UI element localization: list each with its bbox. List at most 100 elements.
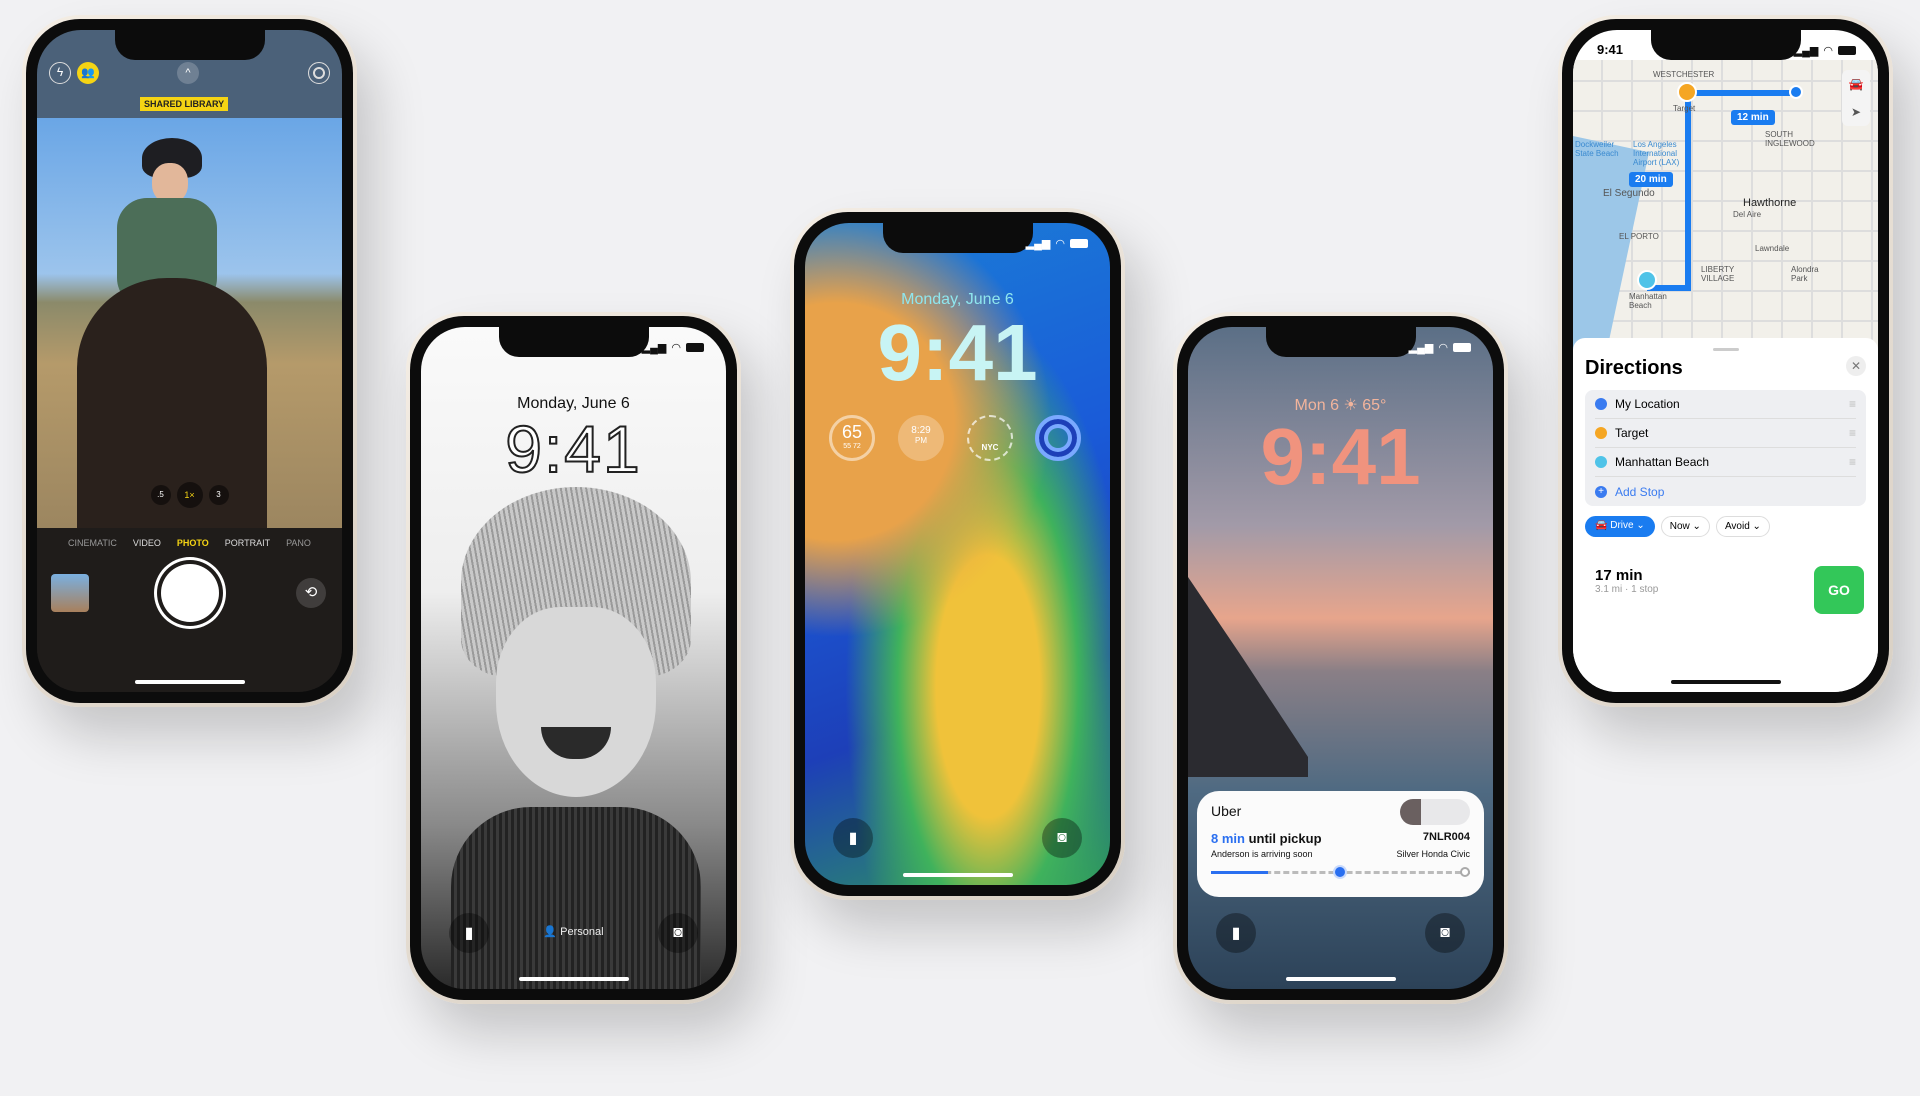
shutter-button[interactable]: [161, 564, 219, 622]
mode-photo[interactable]: PHOTO: [177, 538, 209, 548]
temp-value: 65: [841, 422, 863, 442]
drag-handle-icon[interactable]: ≡: [1849, 455, 1856, 469]
wifi-icon: ◠: [1823, 45, 1833, 57]
stop-label: Manhattan Beach: [1615, 455, 1710, 469]
car-icon[interactable]: 🚘 ➤: [1842, 70, 1870, 126]
notch: [882, 223, 1033, 253]
mode-selector: CINEMATIC VIDEO PHOTO PORTRAIT PANO: [37, 538, 342, 548]
target-pin[interactable]: [1677, 82, 1697, 102]
map-label: Alondra Park: [1791, 265, 1819, 283]
sunset-widget[interactable]: 8:29 PM: [898, 415, 944, 461]
battery-icon: [1453, 343, 1471, 352]
lock-time: 9:41: [1260, 412, 1421, 501]
avoid-chip[interactable]: Avoid ⌄: [1715, 516, 1770, 537]
flashlight-button[interactable]: ▮: [833, 818, 873, 858]
world-clock-widget[interactable]: NYC: [967, 415, 1013, 461]
flip-camera-icon[interactable]: ⟲: [296, 578, 326, 608]
zoom-3x[interactable]: 3: [208, 485, 229, 505]
weather-widget[interactable]: 65 55 72: [829, 415, 875, 461]
route-time-20[interactable]: 20 min: [1629, 172, 1673, 187]
driver-car-image: [1400, 799, 1470, 825]
drag-handle-icon[interactable]: ≡: [1849, 426, 1856, 440]
map-label: Manhattan Beach: [1629, 292, 1667, 310]
map-label: Los Angeles International Airport (LAX): [1633, 140, 1680, 167]
map-label: Dockweiler State Beach: [1575, 140, 1619, 158]
stop-my-location[interactable]: My Location ≡: [1595, 390, 1856, 419]
car-model: Silver Honda Civic: [1396, 849, 1470, 859]
signal-icon: ▂▄▆: [1408, 342, 1434, 354]
signal-icon: ▂▄▆: [1025, 238, 1051, 250]
pickup-progress: [1211, 867, 1470, 877]
home-indicator: [1670, 680, 1781, 684]
pickup-dot: [1335, 867, 1346, 877]
stop-manhattan-beach[interactable]: Manhattan Beach ≡: [1595, 448, 1856, 477]
lock-time: 9:41: [504, 411, 642, 487]
eta-minutes: 8 min: [1211, 831, 1245, 846]
camera-button[interactable]: ◙: [1042, 818, 1082, 858]
eta-text: 8 min until pickup: [1211, 831, 1322, 846]
iphone-sunset-lockscreen: ▂▄▆ ◠ Mon 6 ☀ 65° 9:41 Uber 8 min until p…: [1173, 312, 1508, 1004]
shared-library-badge: SHARED LIBRARY: [140, 97, 229, 111]
notch: [1650, 30, 1801, 60]
iphone-bw-lockscreen: ▂▄▆ ◠ Monday, June 6 9:41 ▮ 👤 Personal ◙: [406, 312, 741, 1004]
live-photo-icon[interactable]: [308, 62, 330, 84]
camera-button[interactable]: ◙: [658, 913, 698, 953]
temp-low: 55: [843, 443, 852, 450]
route-time-12[interactable]: 12 min: [1731, 110, 1775, 125]
signal-icon: ▂▄▆: [1793, 45, 1819, 57]
drag-handle-icon[interactable]: ≡: [1849, 397, 1856, 411]
plus-icon: +: [1595, 485, 1607, 498]
camera-button[interactable]: ◙: [1425, 913, 1465, 953]
zoom-selector: .5 1× 3: [37, 482, 342, 508]
mode-portrait[interactable]: PORTRAIT: [225, 538, 270, 548]
wifi-icon: ◠: [1438, 342, 1448, 354]
battery-icon: [1838, 46, 1856, 55]
activity-rings-widget[interactable]: [1035, 415, 1081, 461]
now-chip[interactable]: Now ⌄: [1660, 516, 1710, 537]
mode-video[interactable]: VIDEO: [133, 538, 161, 548]
zoom-1x[interactable]: 1×: [176, 482, 203, 508]
beach-umbrella-icon: [1595, 456, 1607, 468]
viewfinder-photo: [37, 118, 342, 538]
chevron-up-icon[interactable]: ^: [177, 62, 199, 84]
sunset-time: 8:29: [911, 425, 931, 436]
iphone-camera: ϟ 👥 ^ SHARED LIBRARY .5 1× 3 CINEMATIC V…: [22, 15, 357, 707]
notch: [114, 30, 265, 60]
stops-list: My Location ≡ Target ≡ Manhattan Beach ≡ + A…: [1585, 390, 1866, 506]
status-bar: ▂▄▆ ◠: [1794, 44, 1856, 57]
map-label: Target: [1673, 104, 1696, 113]
status-bar: ▂▄▆ ◠: [1409, 341, 1471, 354]
flashlight-button[interactable]: ▮: [1216, 913, 1256, 953]
drive-chip[interactable]: 🚘 Drive ⌄: [1585, 516, 1655, 537]
chip-label: Now: [1669, 521, 1690, 532]
chip-label: Avoid: [1724, 521, 1750, 532]
flash-icon[interactable]: ϟ: [49, 62, 71, 84]
map-view[interactable]: WESTCHESTER Target 12 min 20 min SOUTH I…: [1573, 60, 1878, 350]
stop-label: Target: [1615, 426, 1649, 440]
map-label: LIBERTY VILLAGE: [1701, 265, 1735, 283]
beach-pin[interactable]: [1637, 270, 1657, 290]
close-icon[interactable]: ✕: [1846, 356, 1866, 376]
battery-icon: [686, 343, 704, 352]
mode-cinematic[interactable]: CINEMATIC: [68, 538, 117, 548]
location-arrow-icon: [1595, 398, 1607, 410]
iphone-maps: 9:41 ▂▄▆ ◠ WESTCHESTER Target 12 min 20 m…: [1558, 15, 1893, 707]
last-photo-thumbnail[interactable]: [51, 574, 89, 612]
home-indicator: [134, 680, 245, 684]
map-label: Lawndale: [1755, 244, 1790, 253]
signal-icon: ▂▄▆: [641, 342, 667, 354]
iphone-color-lockscreen: ▂▄▆ ◠ Monday, June 6 9:41 65 55 72 8:29 P…: [790, 208, 1125, 900]
current-location-dot: [1789, 85, 1803, 99]
home-indicator: [1285, 977, 1396, 981]
go-button[interactable]: GO: [1814, 566, 1864, 614]
license-plate: 7NLR004: [1422, 831, 1470, 843]
stop-target[interactable]: Target ≡: [1595, 419, 1856, 448]
focus-label: Personal: [560, 926, 604, 938]
eta-suffix: until pickup: [1244, 831, 1322, 846]
uber-live-activity[interactable]: Uber 8 min until pickup 7NLR004 Anderson…: [1197, 791, 1484, 897]
zoom-0-5[interactable]: .5: [150, 485, 171, 505]
mode-pano[interactable]: PANO: [286, 538, 311, 548]
shared-library-icon[interactable]: 👥: [77, 62, 99, 84]
status-time: 9:41: [1597, 42, 1624, 57]
add-stop-button[interactable]: + Add Stop: [1595, 477, 1856, 506]
